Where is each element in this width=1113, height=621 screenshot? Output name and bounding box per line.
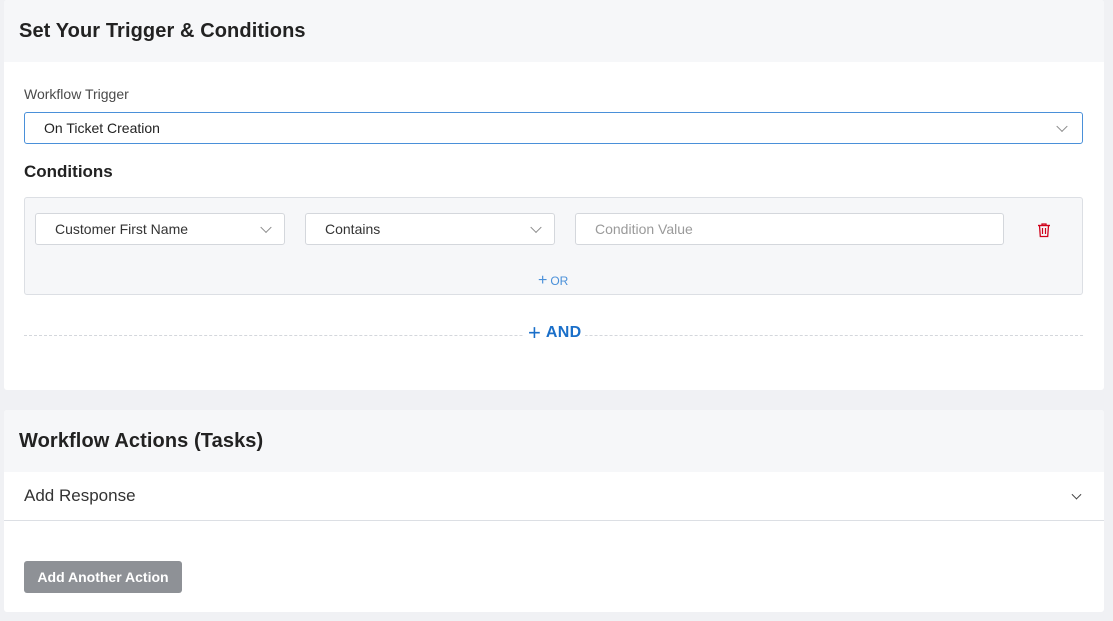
plus-icon: + xyxy=(528,320,541,345)
condition-field-select[interactable]: Customer First Name xyxy=(35,213,285,245)
or-label: OR xyxy=(550,274,569,288)
condition-group: Customer First Name Contains + OR xyxy=(24,197,1083,295)
trigger-conditions-card: Set Your Trigger & Conditions Workflow T… xyxy=(4,0,1104,390)
workflow-trigger-select[interactable]: On Ticket Creation xyxy=(24,112,1083,144)
and-label: AND xyxy=(545,324,582,341)
condition-field-value: Customer First Name xyxy=(55,221,189,237)
condition-operator-select[interactable]: Contains xyxy=(305,213,555,245)
trigger-card-title: Set Your Trigger & Conditions xyxy=(19,19,306,42)
add-response-label: Add Response xyxy=(24,486,136,505)
plus-icon: + xyxy=(538,272,548,289)
add-or-condition-button[interactable]: + OR xyxy=(538,272,569,289)
condition-operator-value: Contains xyxy=(325,221,381,237)
chevron-down-icon xyxy=(530,221,542,234)
chevron-down-icon xyxy=(260,221,272,234)
chevron-down-icon xyxy=(1056,120,1068,133)
add-and-condition-button[interactable]: + AND xyxy=(524,320,586,345)
add-another-action-button[interactable]: Add Another Action xyxy=(24,561,182,593)
actions-card-header: Workflow Actions (Tasks) xyxy=(4,410,1104,472)
add-response-accordion[interactable]: Add Response xyxy=(4,472,1104,521)
condition-value-input[interactable] xyxy=(575,213,1004,245)
conditions-title: Conditions xyxy=(24,162,113,181)
workflow-trigger-value: On Ticket Creation xyxy=(44,120,160,136)
trigger-card-header: Set Your Trigger & Conditions xyxy=(4,0,1104,62)
workflow-actions-card: Workflow Actions (Tasks) Add Response Ad… xyxy=(4,410,1104,612)
workflow-trigger-label: Workflow Trigger xyxy=(24,86,129,102)
actions-card-title: Workflow Actions (Tasks) xyxy=(19,429,264,452)
trash-icon[interactable] xyxy=(1037,222,1051,238)
chevron-down-icon xyxy=(1071,489,1082,500)
